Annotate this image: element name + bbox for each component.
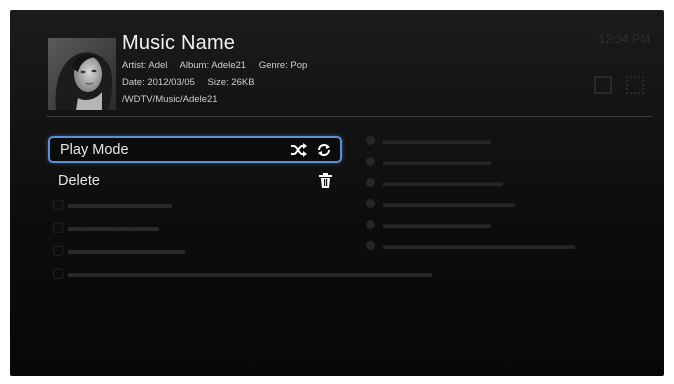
ghost-view-icon [594, 76, 612, 94]
date-label: Date: 2012/03/05 [122, 77, 195, 88]
delete-icons [319, 167, 332, 194]
trash-icon [319, 173, 332, 188]
play-mode-icons [290, 138, 332, 161]
album-art [48, 38, 116, 110]
album-cover-image [48, 38, 116, 110]
artist-label: Artist: Adel [122, 60, 168, 71]
album-label: Album: Adele21 [179, 60, 247, 71]
menu-item-delete[interactable]: Delete [48, 167, 342, 194]
menu-item-label: Delete [58, 172, 100, 189]
media-player-screen: 12:34 PM ▢ ▬▬▬▬▬▬▬▬ ▢ ▬▬▬▬▬▬▬ ▢ ▬▬▬▬▬▬▬▬… [10, 10, 664, 376]
track-meta-line-1: Artist: Adel Album: Adele21 Genre: Pop [122, 60, 317, 71]
size-label: Size: 26KB [207, 77, 255, 88]
clock: 12:34 PM [598, 32, 650, 46]
background-panel: ▬▬▬▬▬▬▬▬▬ ▬▬▬▬▬▬▬▬▬ ▬▬▬▬▬▬▬▬▬▬ ▬▬▬▬▬▬▬▬▬… [366, 130, 575, 256]
ghost-grid-icon [626, 76, 644, 94]
repeat-icon [318, 143, 330, 156]
options-menu: Play Mode Delete [48, 136, 342, 198]
menu-item-play-mode[interactable]: Play Mode [48, 136, 342, 163]
track-meta-line-3: /WDTV/Music/Adele21 [122, 94, 228, 105]
shuffle-icon [291, 142, 307, 157]
header-divider [46, 116, 652, 117]
file-path: /WDTV/Music/Adele21 [122, 94, 218, 105]
track-meta-line-2: Date: 2012/03/05 Size: 26KB [122, 77, 265, 88]
track-title: Music Name [122, 32, 236, 54]
genre-label: Genre: Pop [258, 60, 308, 71]
menu-item-label: Play Mode [60, 141, 129, 158]
